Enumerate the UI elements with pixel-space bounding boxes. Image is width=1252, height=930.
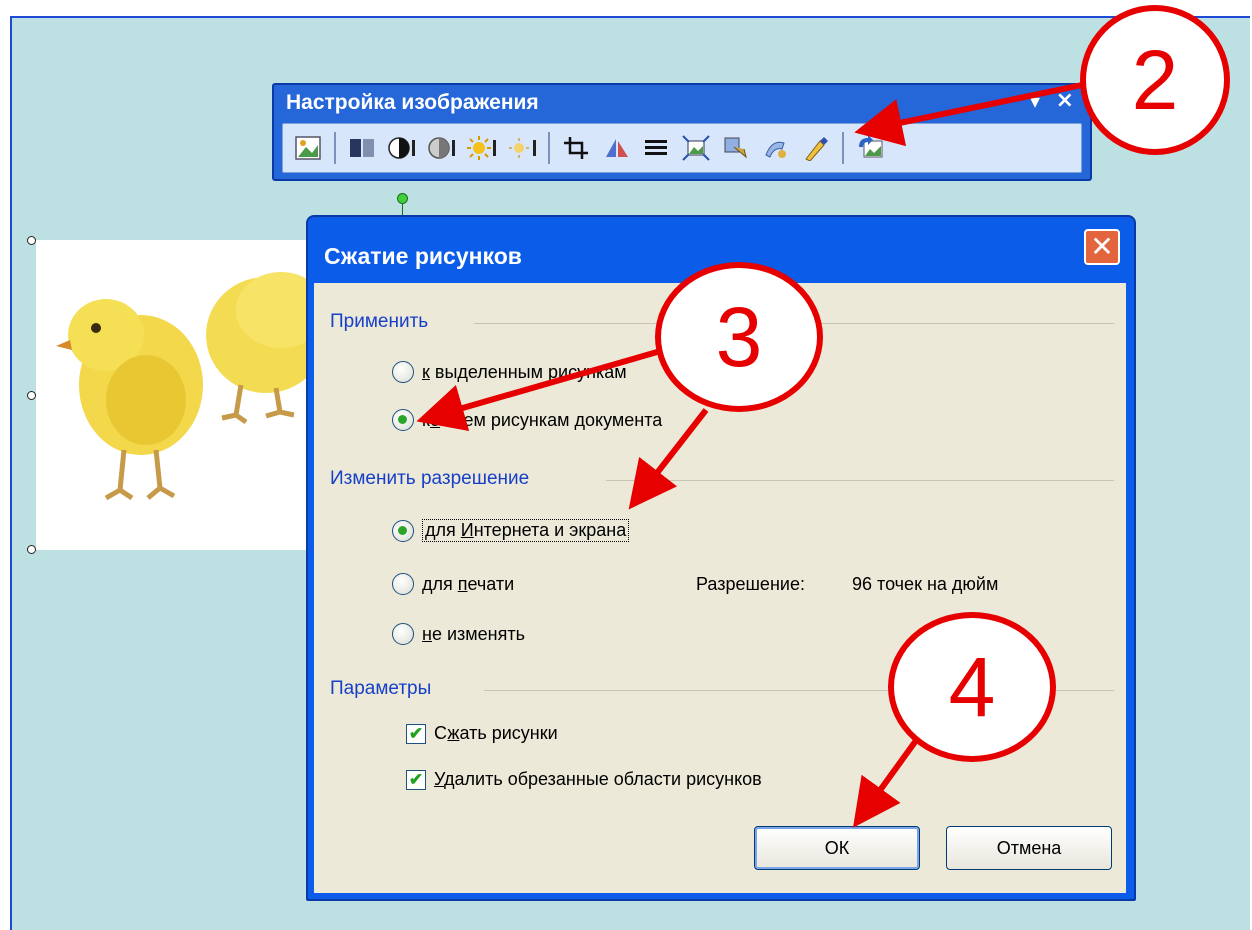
insert-picture-icon[interactable] [289,129,327,167]
less-brightness-icon[interactable] [503,129,541,167]
apply-all-label: ко всем рисункам документа [422,409,663,430]
rotate-left-icon[interactable] [597,129,635,167]
text-wrapping-icon[interactable] [717,129,755,167]
rotation-handle[interactable] [397,193,408,204]
delete-cropped-checkbox[interactable]: ✔ [406,769,426,790]
resolution-web-label: для Интернета и экрана [422,519,630,542]
cancel-button[interactable]: Отмена [946,826,1112,870]
apply-selected-option[interactable]: к выделенным рисункам [392,361,627,383]
compress-pictures-option[interactable]: ✔ Сжать рисунки [406,723,558,744]
crop-icon[interactable] [557,129,595,167]
resolution-group-label: Изменить разрешение [330,468,530,489]
chicks-illustration [56,272,326,501]
params-group-label: Параметры [330,678,432,699]
step-2-callout: 2 [1080,5,1230,155]
compress-pictures-checkbox[interactable]: ✔ [406,723,426,744]
picture-toolbar: Настройка изображения ▾ × [272,83,1092,181]
resolution-web-radio[interactable] [392,519,414,542]
resolution-print-radio[interactable] [392,573,414,595]
line-style-icon[interactable] [637,129,675,167]
resolution-group-divider [606,480,1114,481]
toolbar-title: Настройка изображения [286,91,539,114]
resolution-info-label: Разрешение: [696,574,805,594]
apply-selected-radio[interactable] [392,361,414,383]
color-icon[interactable] [343,129,381,167]
ok-button[interactable]: ОК [754,826,920,870]
more-brightness-icon[interactable] [463,129,501,167]
dialog-title: Сжатие рисунков [324,243,522,269]
resize-handle-top-left[interactable] [27,236,36,245]
resolution-none-option[interactable]: не изменять [392,623,525,645]
reset-picture-icon[interactable] [851,129,889,167]
delete-cropped-label: Удалить обрезанные области рисунков [434,769,762,789]
step-4-callout: 4 [888,612,1056,762]
more-contrast-icon[interactable] [383,129,421,167]
apply-group-label: Применить [330,311,429,332]
resize-handle-middle-left[interactable] [27,391,36,400]
format-picture-icon[interactable] [757,129,795,167]
resolution-info-value: 96 точек на дюйм [852,574,999,594]
toolbar-close-button[interactable]: × [1056,88,1074,113]
step-3-callout: 3 [655,262,823,412]
toolbar-separator [842,132,844,164]
chicks-picture[interactable] [36,240,336,550]
toolbar-button-strip [282,123,1082,173]
resolution-print-option[interactable]: для печати [392,573,514,595]
toolbar-separator [334,132,336,164]
delete-cropped-option[interactable]: ✔ Удалить обрезанные области рисунков [406,769,762,790]
compress-pictures-icon[interactable] [677,129,715,167]
set-transparent-color-icon[interactable] [797,129,835,167]
resolution-none-label: не изменять [422,623,525,644]
toolbar-separator [548,132,550,164]
resolution-none-radio[interactable] [392,623,414,645]
resolution-web-option[interactable]: для Интернета и экрана [392,519,630,542]
resize-handle-bottom-left[interactable] [27,545,36,554]
apply-selected-label: к выделенным рисункам [422,361,627,382]
dialog-close-button[interactable]: ✕ [1084,229,1120,265]
compress-pictures-label: Сжать рисунки [434,723,558,743]
toolbar-options-button[interactable]: ▾ [1030,89,1040,113]
apply-all-radio[interactable] [392,409,414,431]
less-contrast-icon[interactable] [423,129,461,167]
apply-all-option[interactable]: ко всем рисункам документа [392,409,662,431]
resolution-print-label: для печати [422,573,515,594]
